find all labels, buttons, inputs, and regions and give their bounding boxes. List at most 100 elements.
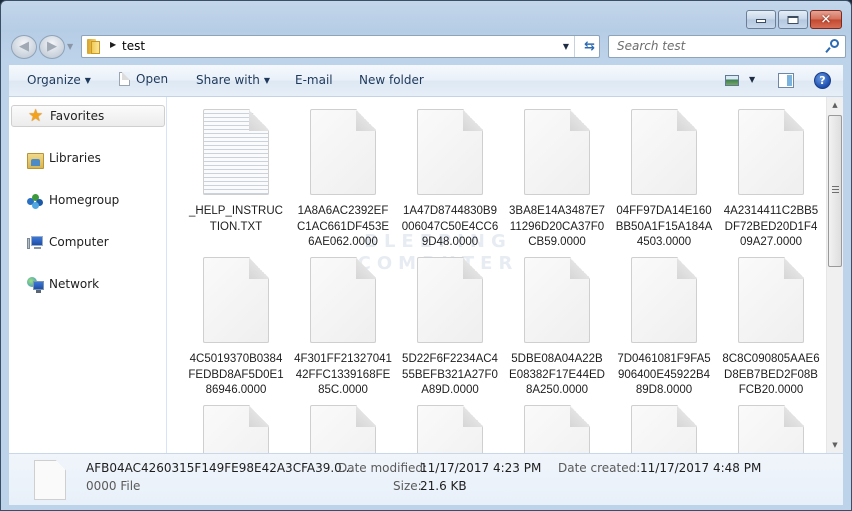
document-icon: [119, 72, 130, 86]
breadcrumb-separator-icon[interactable]: ▶: [110, 40, 116, 49]
file-icon: [631, 405, 697, 453]
file-item[interactable]: 4F301FF2132704142FFC1339168FE85C.0000: [292, 257, 394, 399]
file-item[interactable]: 3BA8E14A3487E711296D20CA37F0CB59.0000: [506, 109, 608, 251]
file-item[interactable]: [399, 405, 501, 453]
file-item[interactable]: 1A47D8744830B9006047C50E4CC69D48.0000: [399, 109, 501, 251]
search-input[interactable]: [617, 39, 817, 53]
details-pane: AFB04AC4260315F149FE98E42A3CFA39.0... 00…: [9, 453, 843, 505]
close-icon: ✕: [820, 12, 832, 27]
address-history-dropdown[interactable]: ▼: [563, 42, 569, 51]
organize-label: Organize: [27, 73, 81, 87]
file-icon: [310, 257, 376, 343]
file-name: 3BA8E14A3487E711296D20CA37F0CB59.0000: [509, 205, 605, 248]
sidebar-item-homegroup[interactable]: Homegroup: [11, 190, 165, 212]
change-view-icon[interactable]: [725, 75, 739, 86]
forward-button[interactable]: ▶: [39, 35, 65, 59]
selected-file-name: AFB04AC4260315F149FE98E42A3CFA39.0...: [86, 461, 354, 475]
address-bar[interactable]: ▶ test ▼ ⇆: [81, 35, 600, 58]
explorer-window: ✕ ◀ ▶ ▼ ▶ test ▼ ⇆ Org: [0, 0, 852, 511]
file-name: _HELP_INSTRUCTION.TXT: [189, 205, 283, 233]
content-area: ★ Favorites Libraries Homegroup Computer…: [9, 97, 843, 453]
text-file-icon: [203, 109, 269, 195]
maximize-icon: [787, 15, 799, 24]
sidebar-item-computer[interactable]: Computer: [11, 232, 165, 254]
refresh-icon[interactable]: ⇆: [584, 39, 595, 54]
file-icon: [631, 257, 697, 343]
scroll-up-icon[interactable]: ▲: [827, 97, 843, 113]
new-folder-button[interactable]: New folder: [359, 73, 424, 87]
file-icon: [524, 405, 590, 453]
file-item[interactable]: 04FF97DA14E160BB50A1F15A184A4503.0000: [613, 109, 715, 251]
file-name: 7D0461081F9FA5906400E45922B489D8.0000: [617, 353, 711, 396]
maximize-button[interactable]: [778, 10, 808, 29]
file-item[interactable]: [720, 405, 822, 453]
libraries-icon: [27, 153, 44, 169]
scroll-down-icon[interactable]: ▼: [827, 437, 843, 453]
sidebar-item-network[interactable]: Network: [11, 274, 165, 296]
file-icon: [524, 257, 590, 343]
close-button[interactable]: ✕: [810, 10, 842, 29]
file-icon: [524, 109, 590, 195]
view-options-dropdown[interactable]: ▼: [749, 75, 755, 84]
sidebar-item-label: Libraries: [49, 151, 101, 165]
search-icon[interactable]: [825, 39, 839, 54]
size-value: 21.6 KB: [420, 479, 467, 493]
breadcrumb-test[interactable]: test: [122, 39, 145, 53]
sidebar-item-label: Favorites: [50, 109, 105, 123]
forward-arrow-icon: ▶: [47, 39, 57, 55]
file-item[interactable]: _HELP_INSTRUCTION.TXT: [185, 109, 287, 235]
preview-pane-icon[interactable]: [778, 73, 794, 88]
date-created-label: Date created:: [558, 461, 641, 475]
file-name: 8C8C090805AAE6D8EB7BED2F08BFCB20.0000: [722, 353, 820, 396]
window-controls: ✕: [746, 10, 842, 29]
back-arrow-icon: ◀: [19, 39, 29, 55]
file-item[interactable]: 5DBE08A04A22BE08382F17E44ED8A250.0000: [506, 257, 608, 399]
minimize-button[interactable]: [746, 10, 776, 29]
file-name: 1A47D8744830B9006047C50E4CC69D48.0000: [401, 205, 499, 248]
file-item[interactable]: [185, 405, 287, 453]
file-name: 4A2314411C2BB5DF72BED20D1F409A27.0000: [723, 205, 819, 248]
sidebar-item-label: Homegroup: [49, 193, 120, 207]
sidebar-item-favorites[interactable]: ★ Favorites: [11, 105, 165, 127]
file-icon: [631, 109, 697, 195]
file-name: 5DBE08A04A22BE08382F17E44ED8A250.0000: [509, 353, 605, 396]
file-icon: [310, 109, 376, 195]
search-box[interactable]: [608, 35, 846, 58]
file-item[interactable]: 1A8A6AC2392EFC1AC661DF453E6AE062.0000: [292, 109, 394, 251]
scrollbar-thumb[interactable]: [828, 115, 842, 267]
sidebar-item-label: Network: [49, 277, 100, 291]
chevron-down-icon: ▼: [84, 76, 91, 85]
open-button[interactable]: Open: [119, 72, 168, 86]
vertical-scrollbar[interactable]: ▲ ▼: [826, 97, 843, 453]
sidebar-item-libraries[interactable]: Libraries: [11, 148, 165, 170]
sidebar-item-label: Computer: [49, 235, 109, 249]
computer-icon: [27, 235, 44, 251]
file-icon: [203, 405, 269, 453]
star-icon: ★: [28, 106, 44, 126]
date-modified-label: Date modified:: [338, 461, 428, 475]
date-modified-value: 11/17/2017 4:23 PM: [420, 461, 542, 475]
file-item[interactable]: [292, 405, 394, 453]
help-icon[interactable]: ?: [814, 72, 831, 89]
recent-pages-dropdown[interactable]: ▼: [67, 42, 73, 51]
file-item[interactable]: [506, 405, 608, 453]
file-name: 04FF97DA14E160BB50A1F15A184A4503.0000: [615, 205, 713, 248]
share-with-label: Share with: [196, 73, 260, 87]
folder-icon: [87, 39, 102, 54]
email-button[interactable]: E-mail: [295, 73, 333, 87]
share-with-button[interactable]: Share with ▼: [196, 73, 270, 87]
file-icon: [310, 405, 376, 453]
file-item[interactable]: 8C8C090805AAE6D8EB7BED2F08BFCB20.0000: [720, 257, 822, 399]
file-name: 1A8A6AC2392EFC1AC661DF453E6AE062.0000: [296, 205, 390, 248]
file-item[interactable]: 5D22F6F2234AC455BEFB321A27F0A89D.0000: [399, 257, 501, 399]
date-created-value: 11/17/2017 4:48 PM: [640, 461, 762, 475]
file-item[interactable]: 4C5019370B0384FEDBD8AF5D0E186946.0000: [185, 257, 287, 399]
file-name: 4F301FF2132704142FFC1339168FE85C.0000: [294, 353, 392, 396]
back-button[interactable]: ◀: [11, 35, 37, 59]
organize-button[interactable]: Organize ▼: [27, 73, 91, 87]
file-item[interactable]: 4A2314411C2BB5DF72BED20D1F409A27.0000: [720, 109, 822, 251]
minimize-icon: [756, 19, 766, 24]
file-item[interactable]: [613, 405, 715, 453]
file-item[interactable]: 7D0461081F9FA5906400E45922B489D8.0000: [613, 257, 715, 399]
grip-icon: [832, 186, 839, 193]
